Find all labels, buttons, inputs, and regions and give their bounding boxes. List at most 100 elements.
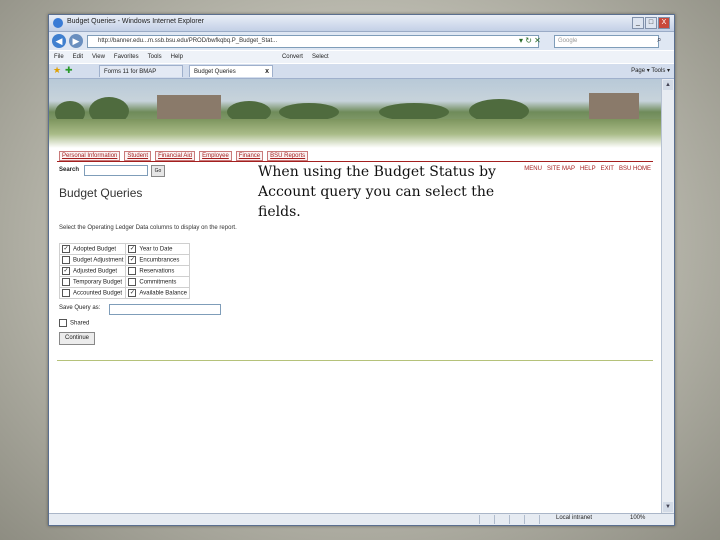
option-cell: Budget Adjustment [58, 254, 127, 266]
site-map-link[interactable]: SITE MAP [547, 166, 575, 172]
window-title: Budget Queries - Windows Internet Explor… [67, 18, 204, 25]
footer-divider [57, 360, 653, 361]
status-segment [494, 515, 495, 524]
title-bar: Budget Queries - Windows Internet Explor… [49, 15, 674, 32]
campus-banner-image [49, 79, 661, 134]
utility-links: MENU SITE MAP HELP EXIT BSU HOME [524, 166, 651, 172]
status-segment [524, 515, 525, 524]
tab-forms[interactable]: Forms 11 for BMAP [99, 65, 183, 77]
tab-label: Forms 11 for BMAP [104, 69, 157, 75]
option-cell: ✓ Adjusted Budget [58, 265, 127, 277]
bsu-home-link[interactable]: BSU HOME [619, 166, 651, 172]
option-row: Budget Adjustment ✓ Encumbrances [58, 254, 190, 266]
shared-row: Shared [59, 319, 89, 327]
option-cell: ✓ Adopted Budget [58, 243, 127, 255]
page-title: Budget Queries [59, 186, 143, 200]
security-zone-label: Local intranet [556, 515, 593, 521]
option-checkbox[interactable]: ✓ [62, 267, 70, 275]
status-segment [539, 515, 540, 524]
address-input[interactable]: http://banner.edu...m.ssb.bsu.edu/PROD/b… [87, 35, 539, 48]
nav-bsu-reports[interactable]: BSU Reports [267, 151, 309, 161]
option-row: ✓ Adjusted Budget Reservations [58, 265, 190, 277]
option-cell: Temporary Budget [58, 276, 127, 288]
menu-file[interactable]: File [54, 51, 64, 63]
shared-label: Shared [70, 320, 90, 327]
refresh-icon[interactable]: ▾ ↻ ✕ [519, 36, 541, 45]
nav-financial-aid[interactable]: Financial Aid [155, 151, 196, 161]
scroll-up-icon[interactable]: ▲ [663, 80, 673, 90]
favorites-star-icon[interactable]: ★ [53, 65, 61, 76]
back-button[interactable]: ◀ [52, 34, 66, 48]
option-label: Adjusted Budget [73, 268, 118, 275]
option-checkbox[interactable]: ✓ [128, 289, 137, 297]
option-checkbox[interactable] [62, 256, 70, 264]
option-label: Adopted Budget [73, 246, 117, 253]
status-segment [479, 515, 480, 524]
option-checkbox[interactable] [128, 267, 137, 275]
menu-edit[interactable]: Edit [73, 51, 83, 63]
nav-student[interactable]: Student [124, 151, 152, 161]
site-search-input[interactable] [84, 165, 148, 176]
nav-employee[interactable]: Employee [199, 151, 232, 161]
instruction-text: Select the Operating Ledger Data columns… [59, 225, 237, 231]
slide-caption: When using the Budget Status by Account … [258, 164, 496, 220]
option-cell: Reservations [125, 265, 190, 277]
nav-finance[interactable]: Finance [235, 151, 264, 161]
option-label: Reservations [139, 268, 175, 275]
browser-window: Budget Queries - Windows Internet Explor… [48, 14, 675, 526]
menu-tools[interactable]: Tools [148, 51, 162, 63]
scroll-down-icon[interactable]: ▼ [663, 502, 673, 512]
option-row: Temporary Budget Commitments [58, 276, 190, 288]
go-button[interactable]: Go [151, 165, 165, 177]
help-link[interactable]: HELP [580, 166, 596, 172]
menu-link[interactable]: MENU [524, 166, 542, 172]
option-label: Accounted Budget [73, 290, 123, 297]
browser-search-input[interactable]: Google [554, 35, 659, 48]
option-checkbox[interactable] [128, 278, 137, 286]
save-query-input[interactable] [109, 304, 221, 315]
forward-button[interactable]: ▶ [69, 34, 83, 48]
close-window-button[interactable]: X [658, 17, 670, 29]
status-segment [509, 515, 510, 524]
page-content: Personal Information Student Financial A… [49, 79, 661, 513]
menu-view[interactable]: View [92, 51, 105, 63]
search-label: Search [59, 167, 80, 173]
status-bar: Local intranet 100% [49, 513, 674, 525]
tab-budget-queries[interactable]: Budget Queries x [189, 65, 273, 77]
select-button[interactable]: Select [312, 51, 329, 63]
lawn [49, 119, 661, 134]
nav-personal-information[interactable]: Personal Information [59, 151, 121, 161]
banner-fade [49, 134, 661, 148]
window-controls: _ □ X [632, 17, 670, 29]
option-checkbox[interactable]: ✓ [128, 256, 137, 264]
tab-label: Budget Queries [194, 69, 236, 75]
search-icon[interactable]: ⌕ [657, 35, 661, 45]
building [589, 93, 639, 121]
option-cell: Commitments [125, 276, 190, 288]
add-favorites-icon[interactable]: ✚ [65, 65, 73, 76]
ledger-columns-table: ✓ Adopted Budget ✓ Year to Date Budget Adjus… [58, 243, 190, 299]
minimize-button[interactable]: _ [632, 17, 644, 29]
option-row: ✓ Adopted Budget ✓ Year to Date [58, 243, 190, 255]
option-row: Accounted Budget ✓ Available Balance [58, 287, 190, 299]
maximize-button[interactable]: □ [645, 17, 657, 29]
option-checkbox[interactable]: ✓ [128, 245, 137, 253]
menu-favorites[interactable]: Favorites [114, 51, 139, 63]
tab-bar: ★ ✚ Forms 11 for BMAP Budget Queries x P… [49, 64, 674, 79]
shared-checkbox[interactable] [59, 319, 67, 327]
close-tab-icon[interactable]: x [265, 66, 269, 77]
option-cell: ✓ Available Balance [125, 287, 190, 299]
option-checkbox[interactable]: ✓ [62, 245, 70, 253]
option-checkbox[interactable] [62, 278, 70, 286]
vertical-scrollbar[interactable]: ▲ ▼ [661, 79, 674, 513]
option-checkbox[interactable] [62, 289, 70, 297]
menu-help[interactable]: Help [171, 51, 183, 63]
internet-explorer-icon [53, 18, 63, 28]
zoom-level[interactable]: 100% [630, 515, 645, 521]
ie-command-bar[interactable]: Page ▾ Tools ▾ [631, 66, 670, 76]
exit-link[interactable]: EXIT [601, 166, 614, 172]
menu-bar: File Edit View Favorites Tools Help Conv… [49, 51, 674, 63]
convert-button[interactable]: Convert [282, 51, 303, 63]
continue-button[interactable]: Continue [59, 332, 95, 345]
option-cell: ✓ Encumbrances [125, 254, 190, 266]
